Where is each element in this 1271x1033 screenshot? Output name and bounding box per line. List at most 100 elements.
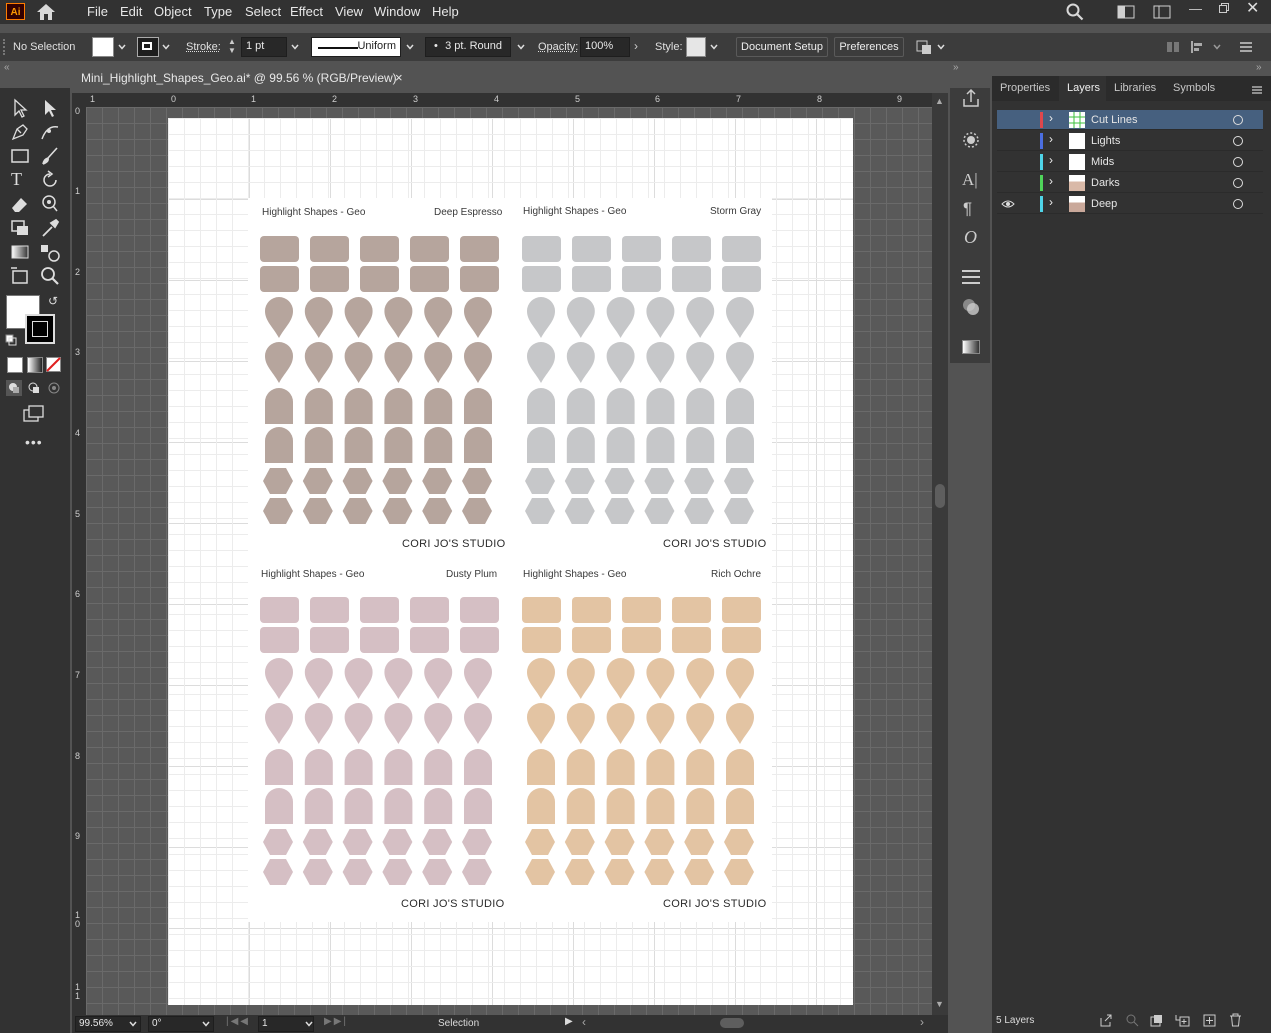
arrange-documents-icon[interactable] [1117,5,1135,19]
new-layer-icon[interactable] [1203,1014,1216,1027]
pen-tool-icon[interactable] [9,121,31,143]
target-icon[interactable] [1233,199,1243,209]
blend-tool-icon[interactable] [39,241,61,263]
align-icon[interactable] [1166,40,1180,54]
layer-row[interactable]: › Mids [997,152,1263,172]
asset-export-icon[interactable] [961,88,981,108]
draw-normal-icon[interactable] [6,380,22,396]
distribute-icon[interactable] [1190,40,1212,54]
locate-object-icon[interactable] [1126,1014,1139,1027]
rectangle-tool-icon[interactable] [9,145,31,167]
chevron-down-icon[interactable] [290,42,300,52]
menu-window[interactable]: Window [374,4,420,19]
clipping-mask-icon[interactable] [1150,1014,1163,1027]
stroke-weight-field[interactable]: 1 pt [241,37,287,57]
stroke-panel-icon[interactable] [961,268,981,286]
variable-width-profile[interactable]: Uniform [311,37,401,57]
chevron-down-icon[interactable] [161,42,171,52]
edit-toolbar-icon[interactable]: ••• [25,434,43,450]
home-icon[interactable] [36,3,56,21]
selection-tool-icon[interactable] [9,97,31,119]
scroll-right-icon[interactable]: › [920,1015,924,1029]
chevron-down-icon[interactable] [201,1019,211,1029]
eraser-tool-icon[interactable] [9,193,31,215]
visibility-eye-icon[interactable] [1001,199,1015,209]
collapse-toolbar-icon[interactable]: « [4,62,10,73]
chevron-down-icon[interactable] [516,42,526,52]
menu-effect[interactable]: Effect [290,4,323,19]
paintbrush-tool-icon[interactable] [39,145,61,167]
opentype-icon[interactable]: O [964,227,977,248]
workspace-icon[interactable] [1153,5,1171,19]
opacity-label[interactable]: Opacity: [538,41,578,53]
target-icon[interactable] [1233,157,1243,167]
none-mode-icon[interactable] [46,357,61,372]
stroke-swatch[interactable] [137,37,159,57]
layer-name[interactable]: Darks [1091,177,1120,189]
target-icon[interactable] [1233,115,1243,125]
gradient-panel-icon[interactable] [962,340,980,354]
appearance-icon[interactable] [961,130,981,150]
panel-menu-icon[interactable] [1251,84,1263,96]
paragraph-icon[interactable]: ¶ [963,199,972,219]
chevron-down-icon[interactable] [709,42,719,52]
shape-builder-tool-icon[interactable] [9,217,31,239]
opacity-field[interactable]: 100% [580,37,630,57]
chevron-down-icon[interactable] [304,1019,314,1029]
menu-view[interactable]: View [335,4,363,19]
tab-symbols[interactable]: Symbols [1173,82,1215,94]
expand-panel-icon[interactable]: » [953,62,959,73]
menu-help[interactable]: Help [432,4,459,19]
gradient-tool-icon[interactable] [9,241,31,263]
document-setup-button[interactable]: Document Setup [736,37,828,57]
fill-swatch[interactable] [92,37,114,57]
chevron-down-icon[interactable] [1212,42,1222,52]
layer-row[interactable]: › Cut Lines [997,110,1263,130]
draw-behind-icon[interactable] [26,380,42,396]
eyedropper-tool-icon[interactable] [39,217,61,239]
free-transform-tool-icon[interactable] [9,265,31,287]
tab-layers[interactable]: Layers [1067,82,1100,94]
delete-layer-icon[interactable] [1229,1013,1242,1027]
chevron-down-icon[interactable] [128,1019,138,1029]
layer-row[interactable]: › Deep [997,194,1263,214]
target-icon[interactable] [1233,136,1243,146]
expand-arrow-icon[interactable]: › [1049,153,1053,167]
target-icon[interactable] [1233,178,1243,188]
expand-arrow-icon[interactable]: › [1049,111,1053,125]
expand-arrow-icon[interactable]: › [1049,132,1053,146]
graphic-style-swatch[interactable] [686,37,706,57]
control-bar-grip[interactable] [3,39,7,55]
puppet-warp-tool-icon[interactable] [39,193,61,215]
panel-menu-icon[interactable] [1239,40,1253,54]
color-mode-icon[interactable] [7,357,23,373]
layer-row[interactable]: › Darks [997,173,1263,193]
layer-name[interactable]: Cut Lines [1091,114,1137,126]
direct-selection-tool-icon[interactable] [39,97,61,119]
scroll-down-icon[interactable]: ▼ [935,999,944,1009]
stroke-color-swatch[interactable] [25,314,55,344]
minimize-icon[interactable]: — [1189,1,1202,16]
brush-definition[interactable]: • 3 pt. Round [425,37,511,57]
tab-properties[interactable]: Properties [1000,82,1050,94]
preferences-button[interactable]: Preferences [834,37,904,57]
first-artboard-icon[interactable]: |◀◀ [226,1016,250,1027]
scroll-up-icon[interactable]: ▲ [935,96,944,106]
expand-arrow-icon[interactable]: › [1049,174,1053,188]
close-tab-icon[interactable]: × [395,70,403,85]
curvature-tool-icon[interactable] [39,121,61,143]
search-icon[interactable] [1066,3,1084,21]
scroll-left-icon[interactable]: ‹ [582,1015,586,1029]
scroll-thumb[interactable] [935,484,945,508]
chevron-down-icon[interactable] [117,42,127,52]
stroke-stepper[interactable]: ▲ ▼ [228,37,238,55]
export-icon[interactable] [1099,1014,1112,1027]
stroke-label[interactable]: Stroke: [186,41,221,53]
collapse-panel-icon[interactable]: » [1256,62,1262,73]
arrange-icon[interactable] [915,38,933,56]
close-window-icon[interactable]: ✕ [1246,0,1259,18]
new-sublayer-icon[interactable] [1175,1014,1191,1027]
chevron-right-icon[interactable]: › [634,39,638,53]
swap-colors-icon[interactable]: ↺ [48,294,58,308]
maximize-icon[interactable] [1218,2,1230,14]
